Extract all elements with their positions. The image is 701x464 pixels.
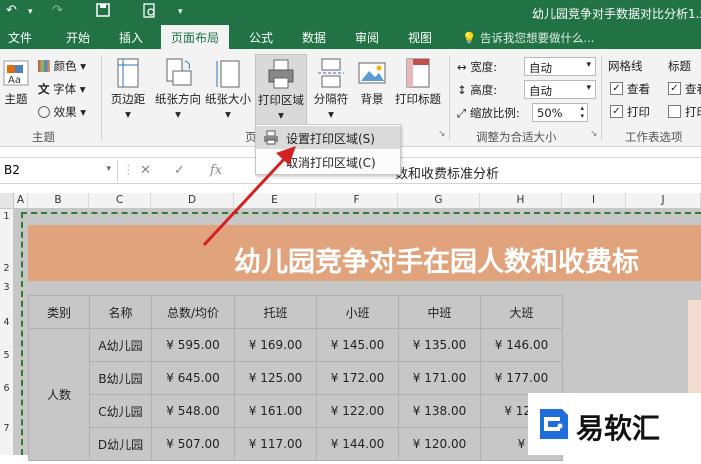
watermark: 易软汇 — [528, 393, 701, 455]
logo-icon — [540, 409, 568, 439]
annotation-arrow — [202, 146, 296, 247]
watermark-text: 易软汇 — [576, 412, 661, 445]
